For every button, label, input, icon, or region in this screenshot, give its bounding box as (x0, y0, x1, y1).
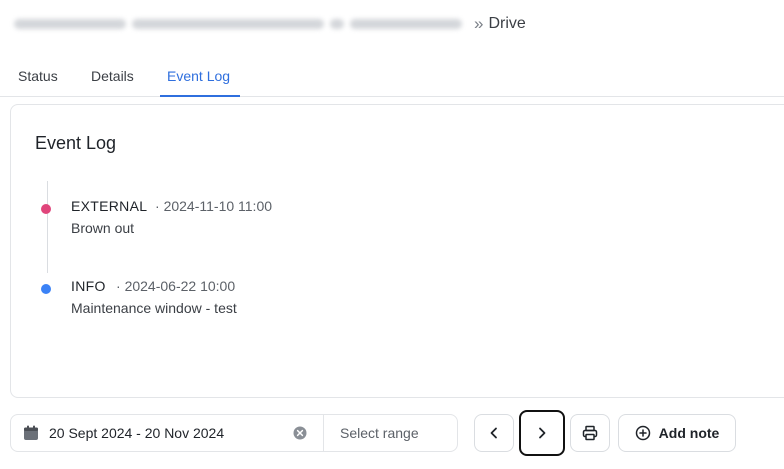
date-range-picker[interactable]: 20 Sept 2024 - 20 Nov 2024 Select range (10, 414, 458, 452)
event-time-bullet: · (155, 198, 160, 214)
panel-title: Event Log (35, 133, 117, 153)
event-time-bullet: · (116, 278, 121, 294)
chevron-left-icon (490, 427, 497, 439)
event-time-value: 2024-06-22 10:00 (124, 278, 236, 294)
add-note-label: Add note (658, 425, 720, 441)
tab-details[interactable]: Details (91, 68, 134, 84)
event-time: · 2024-06-22 10:00 (116, 278, 235, 294)
event-dot-external (41, 204, 51, 214)
event-description: Brown out (71, 220, 135, 236)
breadcrumb-redacted-segment (330, 19, 344, 29)
calendar-icon (24, 425, 38, 440)
select-range-dropdown[interactable]: Select range (340, 425, 419, 441)
range-divider (323, 415, 324, 451)
event-type: INFO (71, 278, 106, 294)
breadcrumb-separator: » (474, 14, 484, 33)
add-note-button[interactable]: Add note (618, 414, 736, 452)
breadcrumb-current: Drive (488, 15, 526, 32)
event-time-value: 2024-11-10 11:00 (163, 198, 273, 214)
event-time: · 2024-11-10 11:00 (155, 198, 272, 214)
timeline-line (47, 181, 48, 273)
active-tab-indicator (160, 95, 240, 97)
printer-icon (582, 425, 598, 441)
breadcrumb-redacted-segment[interactable] (350, 19, 462, 29)
breadcrumb-redacted-segment[interactable] (14, 19, 126, 29)
breadcrumb-redacted-segment[interactable] (132, 19, 324, 29)
tab-bar: Status Details Event Log (0, 60, 784, 97)
chevron-right-icon (539, 427, 546, 439)
event-dot-info (41, 284, 51, 294)
date-range-value[interactable]: 20 Sept 2024 - 20 Nov 2024 (49, 425, 224, 441)
event-description: Maintenance window - test (71, 300, 237, 316)
plus-circle-icon (635, 425, 650, 441)
tab-status[interactable]: Status (18, 68, 58, 84)
event-type: EXTERNAL (71, 198, 148, 214)
previous-button[interactable] (474, 414, 514, 452)
print-button[interactable] (570, 414, 610, 452)
breadcrumb: » Drive (14, 10, 526, 38)
clear-icon[interactable] (293, 426, 307, 440)
next-button[interactable] (519, 410, 565, 456)
event-log-panel: Event Log EXTERNAL · 2024-11-10 11:00 Br… (10, 104, 784, 398)
tab-event-log[interactable]: Event Log (167, 68, 230, 84)
